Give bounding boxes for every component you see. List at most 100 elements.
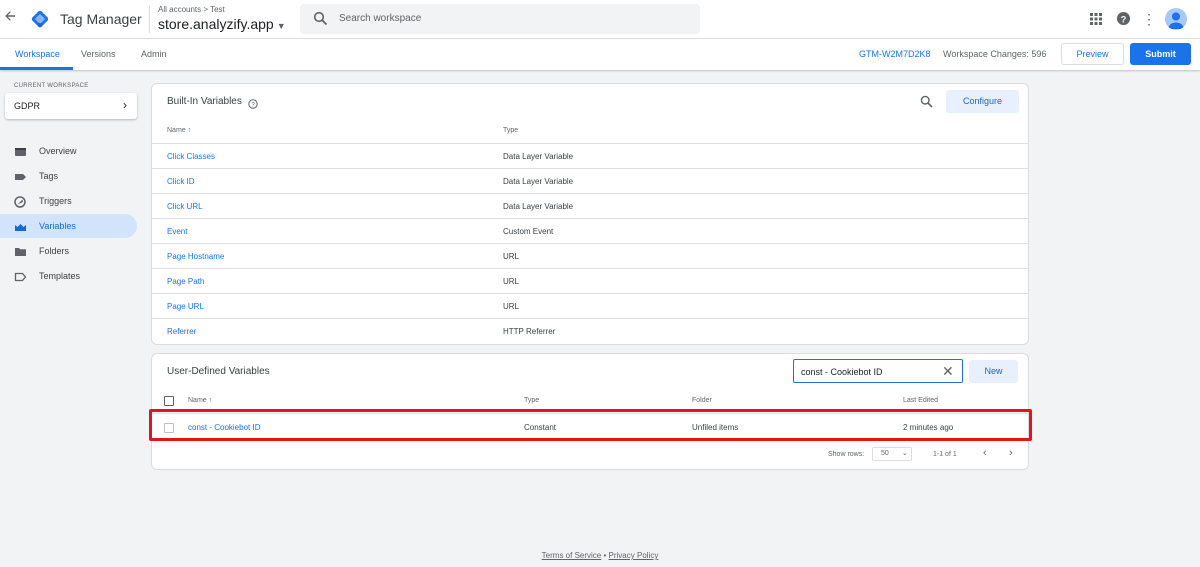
table-row: Event Custom Event	[152, 218, 1028, 243]
variable-type: URL	[503, 277, 520, 286]
variable-type: Custom Event	[503, 227, 554, 236]
sidebar-item-label: Variables	[39, 221, 76, 231]
current-workspace-label: CURRENT WORKSPACE	[14, 83, 89, 89]
table-row: Click URL Data Layer Variable	[152, 193, 1028, 218]
select-all-checkbox[interactable]	[164, 396, 174, 406]
tag-icon	[14, 170, 27, 182]
table-row: Page Path URL	[152, 268, 1028, 293]
variable-name-link[interactable]: Event	[167, 227, 187, 236]
submit-button[interactable]: Submit	[1130, 43, 1191, 65]
svg-text:?: ?	[251, 102, 255, 109]
sidebar-item-label: Triggers	[39, 196, 72, 206]
tab-admin[interactable]: Admin	[141, 49, 167, 59]
built-in-variables-card: Built-In Variables ? Configure Name ↑ Ty…	[151, 83, 1029, 345]
avatar[interactable]	[1165, 8, 1187, 30]
rows-per-page-select[interactable]: 50 ⌄	[872, 447, 912, 461]
variable-name-link[interactable]: Click ID	[167, 177, 195, 186]
trigger-icon	[14, 195, 27, 208]
container-id-link[interactable]: GTM-W2M7D2K8	[859, 49, 931, 59]
workspace-selector[interactable]: GDPR ›	[5, 93, 137, 119]
sidebar-item-templates[interactable]: Templates	[0, 264, 137, 288]
back-arrow-icon[interactable]	[4, 10, 18, 28]
footer: Terms of Service • Privacy Policy	[0, 551, 1200, 560]
table-row: Referrer HTTP Referrer	[152, 318, 1028, 343]
workspace-name: GDPR	[14, 101, 41, 111]
preview-button[interactable]: Preview	[1061, 43, 1124, 65]
variable-name-link[interactable]: Page URL	[167, 302, 204, 311]
table-row: Page Hostname URL	[152, 243, 1028, 268]
next-page-icon[interactable]: ›	[1009, 447, 1013, 459]
divider	[149, 6, 150, 33]
clear-filter-icon[interactable]: ✕	[942, 363, 954, 380]
variable-type: URL	[503, 252, 520, 261]
chevron-right-icon: ›	[123, 98, 127, 112]
table-row: Click ID Data Layer Variable	[152, 168, 1028, 193]
chevron-down-icon: ⌄	[902, 450, 908, 457]
tag-manager-logo-icon	[30, 9, 50, 29]
rows-per-page-value: 50	[881, 450, 889, 457]
sidebar-item-label: Folders	[39, 246, 70, 256]
terms-link[interactable]: Terms of Service	[542, 551, 602, 560]
variable-name-link[interactable]: Page Path	[167, 277, 204, 286]
container-selector[interactable]: store.analyzify.app ▼	[158, 16, 286, 32]
top-bar: Tag Manager All accounts > Test store.an…	[0, 0, 1200, 39]
folder-icon	[14, 245, 27, 257]
help-outline-icon[interactable]: ?	[248, 96, 258, 114]
column-header-name[interactable]: Name ↑	[188, 397, 212, 404]
template-icon	[14, 270, 27, 282]
variable-name-link[interactable]: Click URL	[167, 202, 203, 211]
svg-text:?: ?	[1121, 14, 1127, 24]
breadcrumb[interactable]: All accounts > Test	[158, 5, 225, 14]
configure-button[interactable]: Configure	[946, 90, 1019, 113]
table-row: Page URL URL	[152, 293, 1028, 318]
variable-name-link[interactable]: Referrer	[167, 327, 196, 336]
table-row: Click Classes Data Layer Variable	[152, 143, 1028, 168]
variables-icon	[14, 220, 27, 232]
app-name: Tag Manager	[60, 11, 142, 27]
search-placeholder: Search workspace	[339, 13, 422, 24]
apps-grid-icon[interactable]	[1089, 10, 1103, 28]
variable-type: HTTP Referrer	[503, 327, 556, 336]
variable-type: URL	[503, 302, 520, 311]
workspace-nav-bar: Workspace Versions Admin GTM-W2M7D2K8 Wo…	[0, 39, 1200, 70]
column-header-type: Type	[503, 127, 519, 134]
active-tab-indicator	[0, 67, 73, 70]
sidebar-item-label: Overview	[39, 146, 77, 156]
sidebar-item-folders[interactable]: Folders	[0, 239, 137, 263]
column-header-folder: Folder	[692, 397, 712, 404]
tab-versions[interactable]: Versions	[81, 49, 116, 59]
dropdown-caret-icon: ▼	[276, 21, 286, 31]
pagination-range: 1-1 of 1	[933, 451, 957, 458]
previous-page-icon[interactable]: ‹	[983, 447, 987, 459]
column-header-last-edited: Last Edited	[903, 397, 939, 404]
search-icon[interactable]	[920, 95, 933, 113]
show-rows-label: Show rows:	[828, 451, 865, 458]
sidebar-item-tags[interactable]: Tags	[0, 164, 137, 188]
variable-name-link[interactable]: Click Classes	[167, 152, 215, 161]
new-variable-button[interactable]: New	[969, 360, 1018, 383]
privacy-link[interactable]: Privacy Policy	[609, 551, 659, 560]
help-icon[interactable]: ?	[1116, 10, 1132, 28]
footer-separator: •	[603, 551, 607, 560]
variable-name-link[interactable]: Page Hostname	[167, 252, 224, 261]
card-title: Built-In Variables	[167, 96, 242, 107]
card-title: User-Defined Variables	[167, 366, 270, 377]
tab-workspace[interactable]: Workspace	[15, 49, 60, 59]
column-header-type: Type	[524, 397, 540, 404]
sidebar-item-variables[interactable]: Variables	[0, 214, 137, 238]
variable-filter-input[interactable]: const - Cookiebot ID ✕	[793, 359, 963, 383]
sidebar-item-label: Templates	[39, 271, 81, 281]
variable-type: Data Layer Variable	[503, 202, 574, 211]
search-icon	[313, 11, 328, 26]
sidebar-item-triggers[interactable]: Triggers	[0, 189, 137, 213]
highlight-annotation	[149, 409, 1032, 441]
variable-type: Data Layer Variable	[503, 152, 574, 161]
column-header-name[interactable]: Name ↑	[167, 127, 191, 134]
container-name: store.analyzify.app	[158, 16, 274, 32]
filter-value: const - Cookiebot ID	[801, 367, 883, 377]
search-bar[interactable]: Search workspace	[300, 4, 700, 34]
sidebar-item-overview[interactable]: Overview	[0, 139, 137, 163]
more-vert-icon[interactable]: ⋮	[1142, 10, 1156, 28]
variable-type: Data Layer Variable	[503, 177, 574, 186]
workspace-changes: Workspace Changes: 596	[943, 49, 1047, 59]
